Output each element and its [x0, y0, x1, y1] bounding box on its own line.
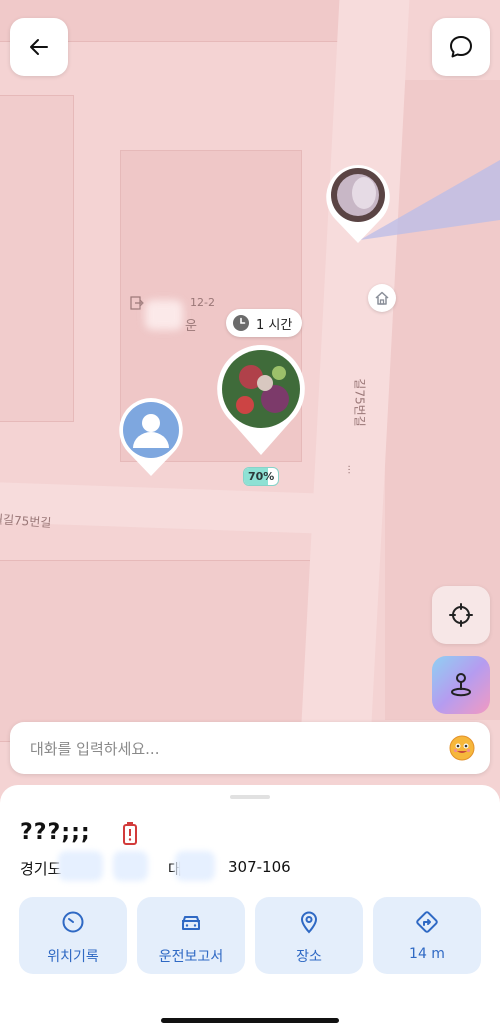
person-mode-button[interactable]	[432, 656, 490, 714]
battery-label: 70%	[248, 470, 275, 483]
member-bottom-sheet[interactable]: ???;;; 경기도 대 307-106 위치기록 운전보고서 장소	[0, 785, 500, 1033]
locate-me-button[interactable]	[432, 586, 490, 644]
address-redaction	[113, 851, 148, 881]
clock-icon	[233, 315, 249, 331]
address-redaction	[58, 851, 103, 881]
map-building-number: 12-2	[190, 296, 215, 309]
battery-badge: 70%	[243, 467, 280, 486]
member-pin-main[interactable]	[215, 343, 307, 459]
places-button[interactable]: 장소	[255, 897, 363, 974]
door-icon	[130, 296, 144, 310]
car-icon	[182, 916, 200, 930]
directions-distance-label: 14 m	[409, 946, 445, 962]
pin-shape	[119, 398, 183, 476]
blurred-map-label	[145, 300, 183, 330]
crosshair-icon	[449, 603, 473, 627]
history-clock-icon	[62, 911, 84, 933]
address-start: 경기도	[20, 860, 62, 878]
home-icon	[375, 291, 389, 305]
map-dots: ...	[345, 464, 357, 475]
time-bubble: 1 시간	[226, 309, 303, 337]
driving-report-button[interactable]: 운전보고서	[137, 897, 245, 974]
address-redaction	[175, 851, 215, 881]
member-address: 경기도 대 307-106	[20, 858, 291, 879]
map-building	[0, 95, 74, 422]
speech-bubble-icon	[450, 36, 472, 58]
address-end: 307-106	[228, 858, 291, 876]
location-pin-icon	[300, 911, 318, 934]
pin-shape	[326, 165, 390, 243]
route-direction-icon	[416, 911, 438, 933]
member-name: ???;;;	[20, 820, 91, 845]
pin-shape	[217, 345, 305, 455]
map-street-label-vertical: 길75번길	[352, 378, 367, 427]
time-text: 1 시간	[256, 317, 293, 333]
location-history-button[interactable]: 위치기록	[19, 897, 127, 974]
home-indicator	[161, 1018, 339, 1023]
chat-input-placeholder: 대화를 입력하세요...	[30, 740, 160, 758]
directions-button[interactable]: 14 m	[373, 897, 481, 974]
member-pin-default[interactable]	[117, 396, 185, 480]
location-history-label: 위치기록	[47, 949, 99, 965]
places-label: 장소	[296, 949, 322, 965]
member-pin-top[interactable]	[324, 163, 392, 245]
home-marker[interactable]	[368, 284, 396, 312]
map-building	[0, 560, 312, 742]
map-street-label-horizontal: 월길75번길	[0, 511, 52, 531]
person-pin-icon	[451, 673, 471, 697]
driving-report-label: 운전보고서	[158, 949, 224, 965]
sheet-drag-handle[interactable]	[230, 795, 270, 799]
smiley-emoji-icon[interactable]	[449, 735, 475, 761]
map-building-name: 운	[185, 319, 197, 334]
chat-input[interactable]: 대화를 입력하세요...	[10, 722, 490, 774]
back-button[interactable]	[10, 18, 68, 76]
battery-alert-icon	[123, 822, 137, 845]
chat-button[interactable]	[432, 18, 490, 76]
arrow-left-icon	[30, 39, 48, 55]
